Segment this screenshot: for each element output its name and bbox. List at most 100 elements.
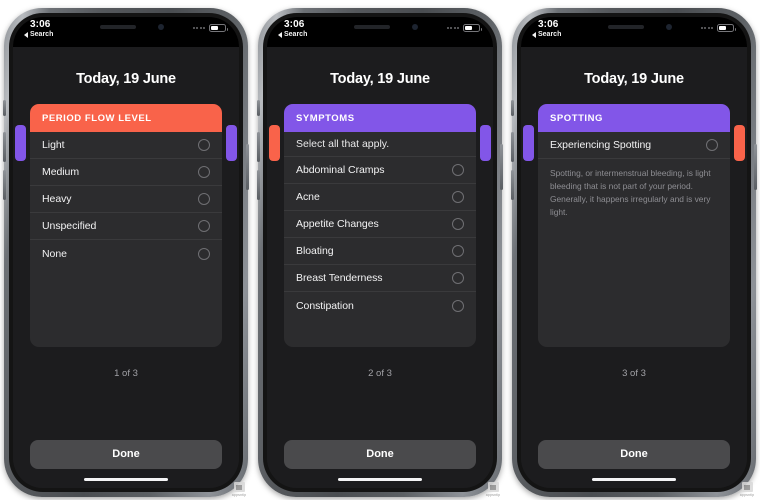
back-arrow-icon [278,31,282,38]
option-row[interactable]: Abdominal Cramps [284,157,476,184]
back-to-search-label: Search [538,31,562,38]
notch [324,17,436,39]
status-bar-time: 3:06 [284,19,305,30]
power-button[interactable] [246,144,249,190]
volume-button[interactable] [257,132,260,162]
page-title: Today, 19 June [330,71,430,87]
next-page-peek[interactable] [734,125,745,161]
option-row[interactable]: Appetite Changes [284,211,476,238]
cellular-signal-icon [700,27,713,29]
volume-button[interactable] [511,132,514,162]
page-content: Today, 19 June PERIOD FLOW LEVEL Light Medi… [13,17,239,488]
done-button[interactable]: Done [30,439,222,469]
option-row[interactable]: Experiencing Spotting [538,132,730,159]
battery-level [465,26,472,30]
status-bar-right [700,24,736,32]
volume-button[interactable] [3,132,6,162]
phone-screen: 3:06 Search Today, 19 June PERIOD FLOW LEVE… [13,17,239,488]
back-to-search-link[interactable]: Search [532,31,561,38]
option-row[interactable]: Acne [284,184,476,211]
earpiece-speaker-icon [100,25,136,29]
option-row[interactable]: Unspecified [30,213,222,240]
radio-button-icon[interactable] [198,166,210,178]
card-subtitle: Select all that apply. [284,132,476,157]
done-button[interactable]: Done [538,439,730,469]
option-label: Heavy [42,193,72,205]
category-card: PERIOD FLOW LEVEL Light Medium Heavy Unspeci… [30,104,222,347]
status-bar-right [446,24,482,32]
volume-button[interactable] [257,170,260,200]
radio-button-icon[interactable] [706,139,718,151]
mute-switch[interactable] [511,100,514,116]
option-label: Light [42,139,65,151]
category-card: SYMPTOMS Select all that apply. Abdominal … [284,104,476,347]
battery-level [211,26,218,30]
option-row[interactable]: Heavy [30,186,222,213]
option-label: Unspecified [42,220,97,232]
back-arrow-icon [24,31,28,38]
radio-button-icon[interactable] [452,245,464,257]
radio-button-icon[interactable] [452,191,464,203]
phone-symptoms: 3:06 Search Today, 19 June SYMPTOMS Select a… [257,8,503,497]
radio-button-icon[interactable] [198,247,210,260]
power-button[interactable] [500,144,503,190]
option-row[interactable]: None [30,240,222,267]
radio-button-icon[interactable] [198,139,210,151]
done-button[interactable]: Done [284,439,476,469]
front-camera-icon [666,24,672,30]
radio-button-icon[interactable] [198,193,210,205]
option-row[interactable]: Constipation [284,292,476,319]
option-row[interactable]: Breast Tenderness [284,265,476,292]
mute-switch[interactable] [3,100,6,116]
option-label: Experiencing Spotting [550,139,652,151]
volume-button[interactable] [3,170,6,200]
home-indicator[interactable] [84,477,168,481]
watermark-icon [233,482,245,492]
phone-screen: 3:06 Search Today, 19 June SPOTTING Experien… [521,17,747,488]
option-label: Medium [42,166,80,178]
previous-page-peek[interactable] [269,125,280,161]
notch [70,17,182,39]
option-label: Acne [296,191,320,203]
back-to-search-label: Search [284,31,308,38]
option-row[interactable]: Bloating [284,238,476,265]
previous-page-peek[interactable] [523,125,534,161]
previous-page-peek[interactable] [15,125,26,161]
back-to-search-link[interactable]: Search [24,31,53,38]
volume-button[interactable] [511,170,514,200]
watermark-icon [741,482,753,492]
option-row[interactable]: Light [30,132,222,159]
option-label: Bloating [296,245,334,257]
cellular-signal-icon [192,27,205,29]
card-body: Select all that apply. Abdominal Cramps Ac… [284,132,476,319]
power-button[interactable] [754,144,757,190]
radio-button-icon[interactable] [452,272,464,284]
radio-button-icon[interactable] [452,299,464,312]
radio-button-icon[interactable] [452,218,464,230]
next-page-peek[interactable] [226,125,237,161]
page-indicator: 2 of 3 [368,368,392,379]
home-indicator[interactable] [338,477,422,481]
radio-button-icon[interactable] [198,220,210,232]
watermark-icon [487,482,499,492]
watermark-label: appsntip [739,493,755,497]
mute-switch[interactable] [257,100,260,116]
phone-bezel: 3:06 Search Today, 19 June SYMPTOMS Select a… [263,13,497,492]
option-row[interactable]: Medium [30,159,222,186]
notch [578,17,690,39]
radio-button-icon[interactable] [452,164,464,176]
watermark-label: appsntip [231,493,247,497]
watermark: appsntip [480,482,506,497]
category-card: SPOTTING Experiencing Spotting Spotting, o… [538,104,730,347]
option-label: Breast Tenderness [296,272,383,284]
phone-period-flow: 3:06 Search Today, 19 June PERIOD FLOW LEVE… [3,8,249,497]
next-page-peek[interactable] [480,125,491,161]
back-to-search-link[interactable]: Search [278,31,307,38]
card-header-label: SYMPTOMS [296,112,355,124]
battery-icon [463,24,482,32]
phone-screen: 3:06 Search Today, 19 June SYMPTOMS Select a… [267,17,493,488]
front-camera-icon [158,24,164,30]
battery-icon [717,24,736,32]
option-label: None [42,247,67,260]
home-indicator[interactable] [592,477,676,481]
